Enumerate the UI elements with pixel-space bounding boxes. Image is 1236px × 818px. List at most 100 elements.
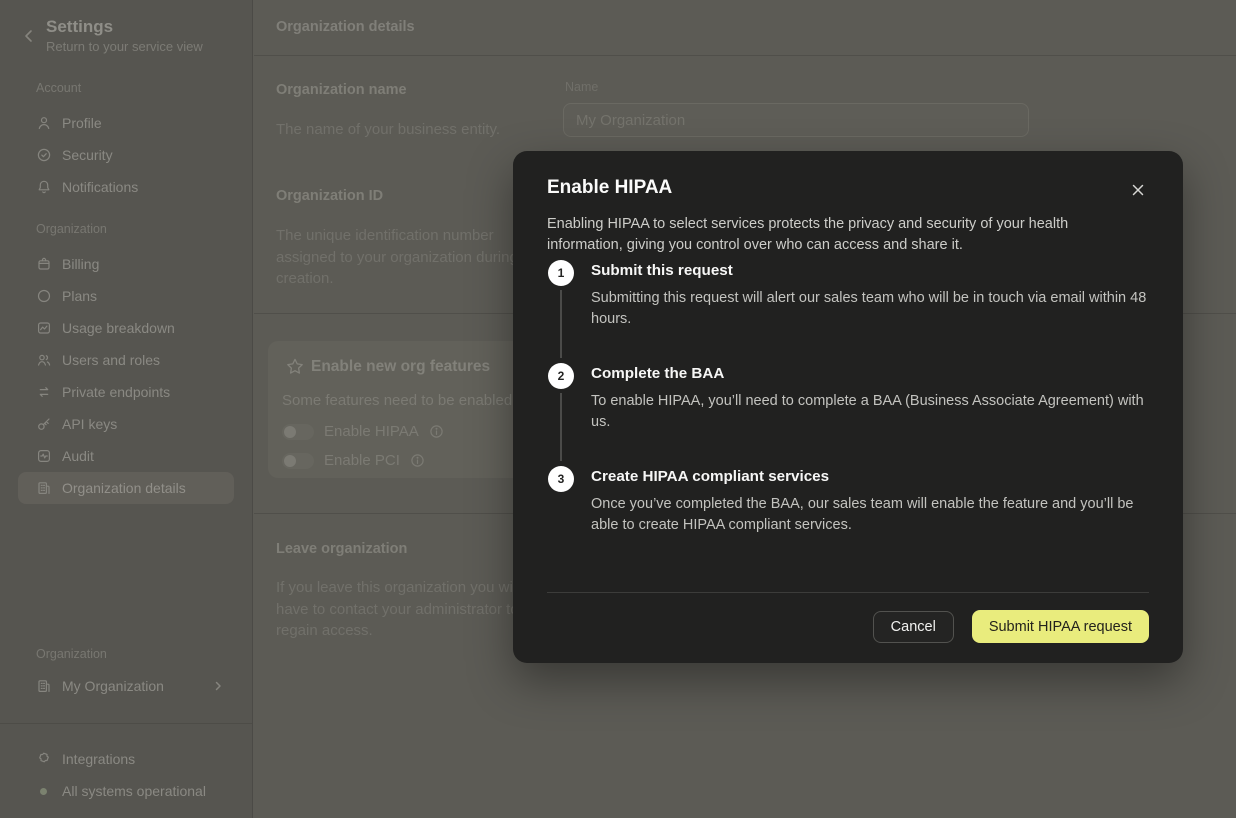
toggle-label: Enable HIPAA [324, 423, 419, 440]
step-number-badge: 1 [548, 260, 574, 286]
sidebar-footer-group: Integrations All systems operational [0, 743, 252, 807]
sidebar-item-label: My Organization [62, 678, 164, 694]
section-label-organization: Organization [18, 222, 234, 236]
users-icon [36, 352, 52, 368]
audit-pulse-icon [36, 448, 52, 464]
sidebar-item-my-organization[interactable]: My Organization [18, 670, 234, 702]
sidebar-item-label: Notifications [62, 179, 138, 195]
step-title: Complete the BAA [591, 363, 1149, 385]
sidebar-item-label: Security [62, 147, 113, 163]
settings-subtitle: Return to your service view [46, 39, 203, 54]
sidebar-item-integrations[interactable]: Integrations [18, 743, 234, 775]
features-card-title: Enable new org features [311, 358, 490, 376]
page-title: Organization details [276, 19, 415, 35]
leave-org-description: If you leave this organization you will … [276, 577, 528, 642]
toggle-knob [284, 455, 296, 467]
user-icon [36, 115, 52, 131]
close-icon [1130, 182, 1146, 198]
name-field-label: Name [565, 80, 598, 94]
usage-chart-icon [36, 320, 52, 336]
sidebar-item-billing[interactable]: Billing [18, 248, 234, 280]
enable-hipaa-row: Enable HIPAA [282, 423, 444, 440]
status-label: All systems operational [62, 783, 206, 799]
building-icon [36, 678, 52, 694]
enable-pci-toggle[interactable] [282, 453, 314, 469]
step-number-badge: 2 [548, 363, 574, 389]
divider [254, 55, 1236, 56]
back-button[interactable] [20, 27, 38, 45]
enable-hipaa-toggle[interactable] [282, 424, 314, 440]
chevron-right-icon [212, 680, 224, 692]
sidebar-item-label: Integrations [62, 751, 135, 767]
sidebar-item-label: API keys [62, 416, 117, 432]
enable-hipaa-modal: Enable HIPAA Enabling HIPAA to select se… [513, 151, 1183, 663]
org-name-heading: Organization name [276, 82, 407, 98]
settings-title: Settings [46, 17, 113, 37]
sidebar-item-label: Profile [62, 115, 102, 131]
step-description: To enable HIPAA, you’ll need to complete… [591, 391, 1149, 433]
system-status[interactable]: All systems operational [18, 775, 234, 807]
sidebar-item-label: Audit [62, 448, 94, 464]
sidebar-item-label: Plans [62, 288, 97, 304]
toggle-knob [284, 426, 296, 438]
submit-hipaa-request-button[interactable]: Submit HIPAA request [972, 610, 1149, 643]
hipaa-steps: 1 Submit this request Submitting this requ… [547, 258, 1149, 536]
sidebar-item-label: Users and roles [62, 352, 160, 368]
sidebar-item-label: Usage breakdown [62, 320, 175, 336]
info-icon[interactable] [410, 453, 425, 468]
modal-title: Enable HIPAA [547, 177, 672, 199]
hipaa-step-2: 2 Complete the BAA To enable HIPAA, you’ll… [547, 363, 1149, 464]
step-title: Submit this request [591, 260, 1149, 282]
transfer-arrows-icon [36, 384, 52, 400]
chevron-left-icon [20, 27, 38, 45]
modal-actions: Cancel Submit HIPAA request [873, 610, 1149, 643]
organization-name-input[interactable] [563, 103, 1029, 137]
sidebar-item-audit[interactable]: Audit [18, 440, 234, 472]
modal-description: Enabling HIPAA to select services protec… [547, 214, 1147, 256]
divider [0, 723, 252, 724]
sidebar-item-profile[interactable]: Profile [18, 107, 234, 139]
sidebar-item-organization-details[interactable]: Organization details [18, 472, 234, 504]
enable-pci-row: Enable PCI [282, 452, 425, 469]
sidebar-item-api-keys[interactable]: API keys [18, 408, 234, 440]
leave-org-heading: Leave organization [276, 541, 407, 557]
sidebar-item-notifications[interactable]: Notifications [18, 171, 234, 203]
step-number-badge: 3 [548, 466, 574, 492]
org-name-description: The name of your business entity. [276, 119, 528, 141]
toggle-label: Enable PCI [324, 452, 400, 469]
sidebar-nav: Account Profile Security Notifications Organ… [0, 81, 252, 504]
sidebar-item-security[interactable]: Security [18, 139, 234, 171]
hipaa-step-1: 1 Submit this request Submitting this requ… [547, 260, 1149, 361]
sidebar-item-label: Organization details [62, 480, 186, 496]
sidebar-item-plans[interactable]: Plans [18, 280, 234, 312]
step-description: Once you’ve completed the BAA, our sales… [591, 494, 1149, 536]
sidebar-item-users-and-roles[interactable]: Users and roles [18, 344, 234, 376]
circle-icon [36, 288, 52, 304]
org-id-heading: Organization ID [276, 188, 383, 204]
shield-check-icon [36, 147, 52, 163]
settings-sidebar: Settings Return to your service view Acc… [0, 0, 253, 818]
sidebar-item-label: Private endpoints [62, 384, 170, 400]
hipaa-step-3: 3 Create HIPAA compliant services Once you… [547, 466, 1149, 536]
integrations-icon [36, 751, 52, 767]
org-section-label: Organization [18, 647, 234, 661]
star-icon [285, 357, 305, 377]
features-card-description: Some features need to be enabled t [282, 392, 521, 409]
sidebar-bottom: Organization My Organization Integration… [0, 647, 252, 702]
step-description: Submitting this request will alert our s… [591, 288, 1149, 330]
section-label-account: Account [18, 81, 234, 95]
status-dot-icon [40, 788, 47, 795]
billing-icon [36, 256, 52, 272]
info-icon[interactable] [429, 424, 444, 439]
step-title: Create HIPAA compliant services [591, 466, 1149, 488]
sidebar-item-label: Billing [62, 256, 99, 272]
divider [547, 592, 1149, 593]
close-button[interactable] [1126, 178, 1150, 202]
bell-icon [36, 179, 52, 195]
sidebar-item-private-endpoints[interactable]: Private endpoints [18, 376, 234, 408]
key-icon [36, 416, 52, 432]
cancel-button[interactable]: Cancel [873, 611, 954, 643]
org-id-description: The unique identification number assigne… [276, 225, 528, 290]
sidebar-item-usage-breakdown[interactable]: Usage breakdown [18, 312, 234, 344]
building-icon [36, 480, 52, 496]
